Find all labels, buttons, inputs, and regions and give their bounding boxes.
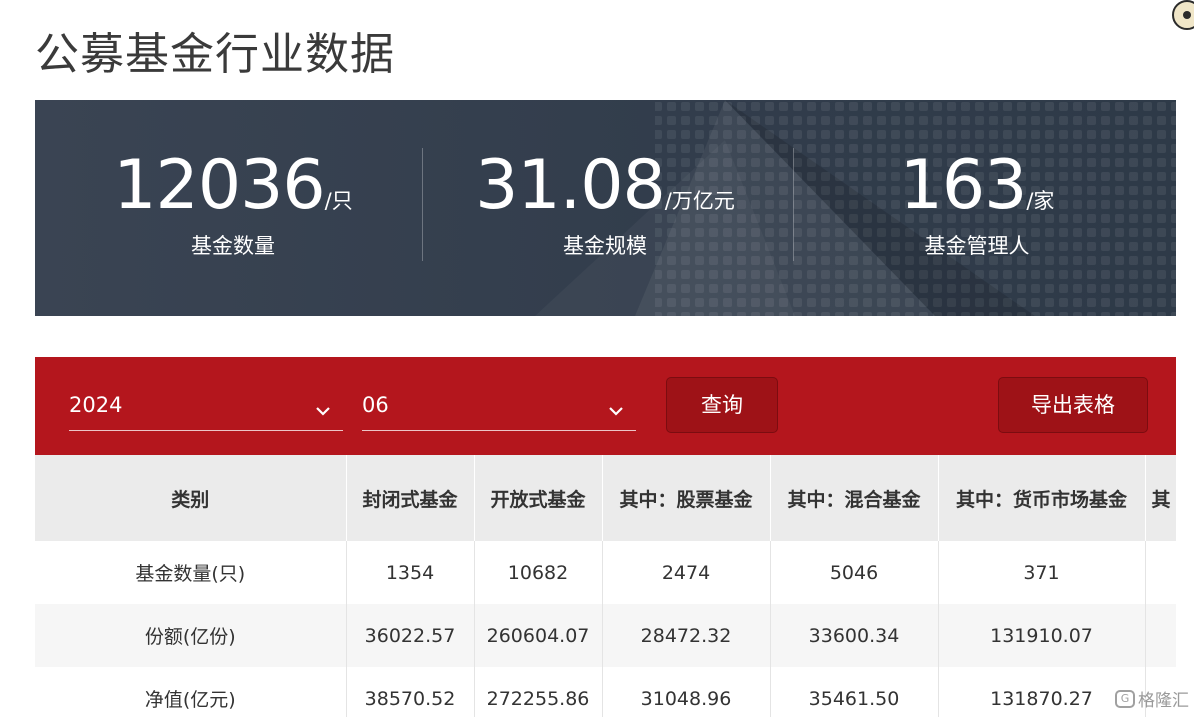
column-header[interactable]: 其中：混合基金	[770, 455, 939, 541]
stat-value: 31.08	[475, 146, 666, 225]
summary-banner: 12036/只 基金数量 31.08/万亿元 基金规模 163/家 基金管理人	[35, 100, 1176, 316]
table-cell: 28472.32	[602, 604, 771, 667]
stat-unit: /万亿元	[664, 189, 735, 213]
table-cell: 131870.27	[938, 667, 1146, 717]
table-cell: 2474	[602, 541, 771, 604]
stat-label: 基金规模	[563, 234, 647, 258]
fund-data-table: 类别 封闭式基金 开放式基金 其中：股票基金 其中：混合基金 其中：货币市场基金…	[35, 455, 1176, 717]
column-header[interactable]: 开放式基金	[474, 455, 603, 541]
chevron-down-icon	[316, 407, 330, 416]
stat-value: 12036	[113, 146, 325, 225]
year-select[interactable]: 2024	[69, 387, 343, 431]
table-row: 净值(亿元) 38570.52 272255.86 31048.96 35461…	[35, 667, 1176, 717]
table-cell: 5046	[770, 541, 939, 604]
table-cell	[1145, 541, 1176, 604]
table-cell: 38570.52	[346, 667, 475, 717]
export-table-button[interactable]: 导出表格	[998, 377, 1148, 433]
table-cell: 36022.57	[346, 604, 475, 667]
year-select-value: 2024	[69, 393, 123, 417]
stat-unit: /只	[324, 189, 353, 213]
stat-label: 基金管理人	[924, 234, 1030, 258]
stat-fund-managers: 163/家 基金管理人	[791, 100, 1163, 316]
page-title: 公募基金行业数据	[35, 29, 395, 80]
column-header[interactable]: 其中：货币市场基金	[938, 455, 1146, 541]
table-cell: 371	[938, 541, 1146, 604]
filter-bar: 2024 06 查询 导出表格	[35, 357, 1176, 455]
table-cell: 272255.86	[474, 667, 603, 717]
table-cell	[1145, 604, 1176, 667]
table-cell: 1354	[346, 541, 475, 604]
watermark-logo-icon: G	[1115, 689, 1135, 708]
month-select-value: 06	[362, 393, 389, 417]
month-select[interactable]: 06	[362, 387, 636, 431]
column-header[interactable]: 封闭式基金	[346, 455, 475, 541]
query-button[interactable]: 查询	[666, 377, 778, 433]
stat-unit: /家	[1026, 189, 1055, 213]
stat-fund-count: 12036/只 基金数量	[47, 100, 419, 316]
stat-value: 163	[899, 146, 1028, 225]
chevron-down-icon	[609, 407, 623, 416]
table-cell: 131910.07	[938, 604, 1146, 667]
row-label: 净值(亿元)	[35, 667, 347, 717]
table-row: 基金数量(只) 1354 10682 2474 5046 371	[35, 541, 1176, 604]
stat-fund-scale: 31.08/万亿元 基金规模	[419, 100, 791, 316]
row-label: 份额(亿份)	[35, 604, 347, 667]
column-header[interactable]: 其	[1145, 455, 1176, 541]
column-header[interactable]: 类别	[35, 455, 347, 541]
watermark-text: 格隆汇	[1138, 691, 1189, 711]
table-cell: 33600.34	[770, 604, 939, 667]
avatar-icon[interactable]	[1172, 0, 1194, 30]
table-cell: 35461.50	[770, 667, 939, 717]
watermark: G 格隆汇	[1115, 686, 1189, 711]
table-row: 份额(亿份) 36022.57 260604.07 28472.32 33600…	[35, 604, 1176, 667]
row-label: 基金数量(只)	[35, 541, 347, 604]
column-header[interactable]: 其中：股票基金	[602, 455, 771, 541]
stat-label: 基金数量	[191, 234, 275, 258]
table-cell: 260604.07	[474, 604, 603, 667]
table-cell: 31048.96	[602, 667, 771, 717]
table-header-row: 类别 封闭式基金 开放式基金 其中：股票基金 其中：混合基金 其中：货币市场基金…	[35, 455, 1176, 541]
table-cell: 10682	[474, 541, 603, 604]
